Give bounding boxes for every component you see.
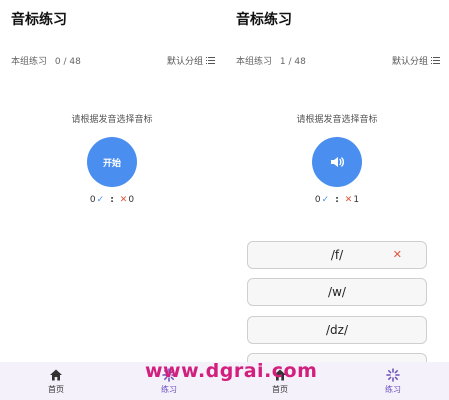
answer-option[interactable]: /f/ ✕ <box>247 241 427 269</box>
page-title: 音标练习 <box>11 12 67 28</box>
group-selector[interactable]: 默认分组 <box>167 54 215 67</box>
start-button[interactable]: 开始 <box>87 137 137 187</box>
speaker-icon <box>331 157 344 167</box>
nav-label: 练习 <box>385 385 401 394</box>
cross-icon: ✕ <box>119 195 128 205</box>
option-label: /f/ <box>330 248 344 262</box>
wrong-mark-icon: ✕ <box>392 248 402 261</box>
start-button-label: 开始 <box>102 158 121 169</box>
group-selector[interactable]: 默认分组 <box>392 54 440 67</box>
instruction-text: 请根据发音选择音标 <box>296 115 378 125</box>
check-icon: ✓ <box>321 195 330 205</box>
score-counter: 0 ✓ : ✕ 0 <box>0 195 224 205</box>
progress-indicator: 本组练习 0 / 48 <box>11 54 81 67</box>
score-separator: : <box>335 195 339 205</box>
watermark-text: www.dgrai.com <box>145 360 318 382</box>
cross-icon: ✕ <box>344 195 353 205</box>
page-title: 音标练习 <box>236 12 292 28</box>
score-separator: : <box>110 195 114 205</box>
group-row: 本组练习 0 / 48 默认分组 <box>11 54 215 68</box>
progress-value: 0 / 48 <box>54 57 81 67</box>
practice-screen-question: 音标练习 本组练习 1 / 48 默认分组 请根据发音选择音标 0 ✓ : ✕ … <box>225 0 449 362</box>
answer-option[interactable]: /w/ <box>247 278 427 306</box>
option-label: /w/ <box>328 285 346 299</box>
list-icon <box>206 56 215 65</box>
practice-icon <box>386 368 400 382</box>
instruction-text: 请根据发音选择音标 <box>71 115 153 125</box>
progress-value: 1 / 48 <box>279 57 306 67</box>
nav-item-home[interactable]: 首页 <box>26 368 86 395</box>
nav-label: 练习 <box>161 385 177 394</box>
wrong-count: 1 <box>353 195 360 205</box>
practice-screen-start: 音标练习 本组练习 0 / 48 默认分组 请根据发音选择音标 开始 0 ✓ :… <box>0 0 224 362</box>
home-icon <box>50 369 62 381</box>
progress-label: 本组练习 <box>236 57 273 67</box>
correct-count: 0 <box>89 195 96 205</box>
group-label: 默认分组 <box>391 57 428 67</box>
list-icon <box>431 56 440 65</box>
wrong-count: 0 <box>128 195 135 205</box>
nav-item-practice[interactable]: 练习 <box>363 368 423 395</box>
option-label: /dz/ <box>325 323 348 337</box>
play-sound-button[interactable] <box>312 137 362 187</box>
progress-indicator: 本组练习 1 / 48 <box>236 54 306 67</box>
nav-label: 首页 <box>272 385 288 394</box>
answer-option[interactable]: /dz/ <box>247 316 427 344</box>
progress-label: 本组练习 <box>11 57 48 67</box>
group-label: 默认分组 <box>166 57 203 67</box>
score-counter: 0 ✓ : ✕ 1 <box>225 195 449 205</box>
nav-label: 首页 <box>48 385 64 394</box>
correct-count: 0 <box>314 195 321 205</box>
group-row: 本组练习 1 / 48 默认分组 <box>236 54 440 68</box>
check-icon: ✓ <box>96 195 105 205</box>
